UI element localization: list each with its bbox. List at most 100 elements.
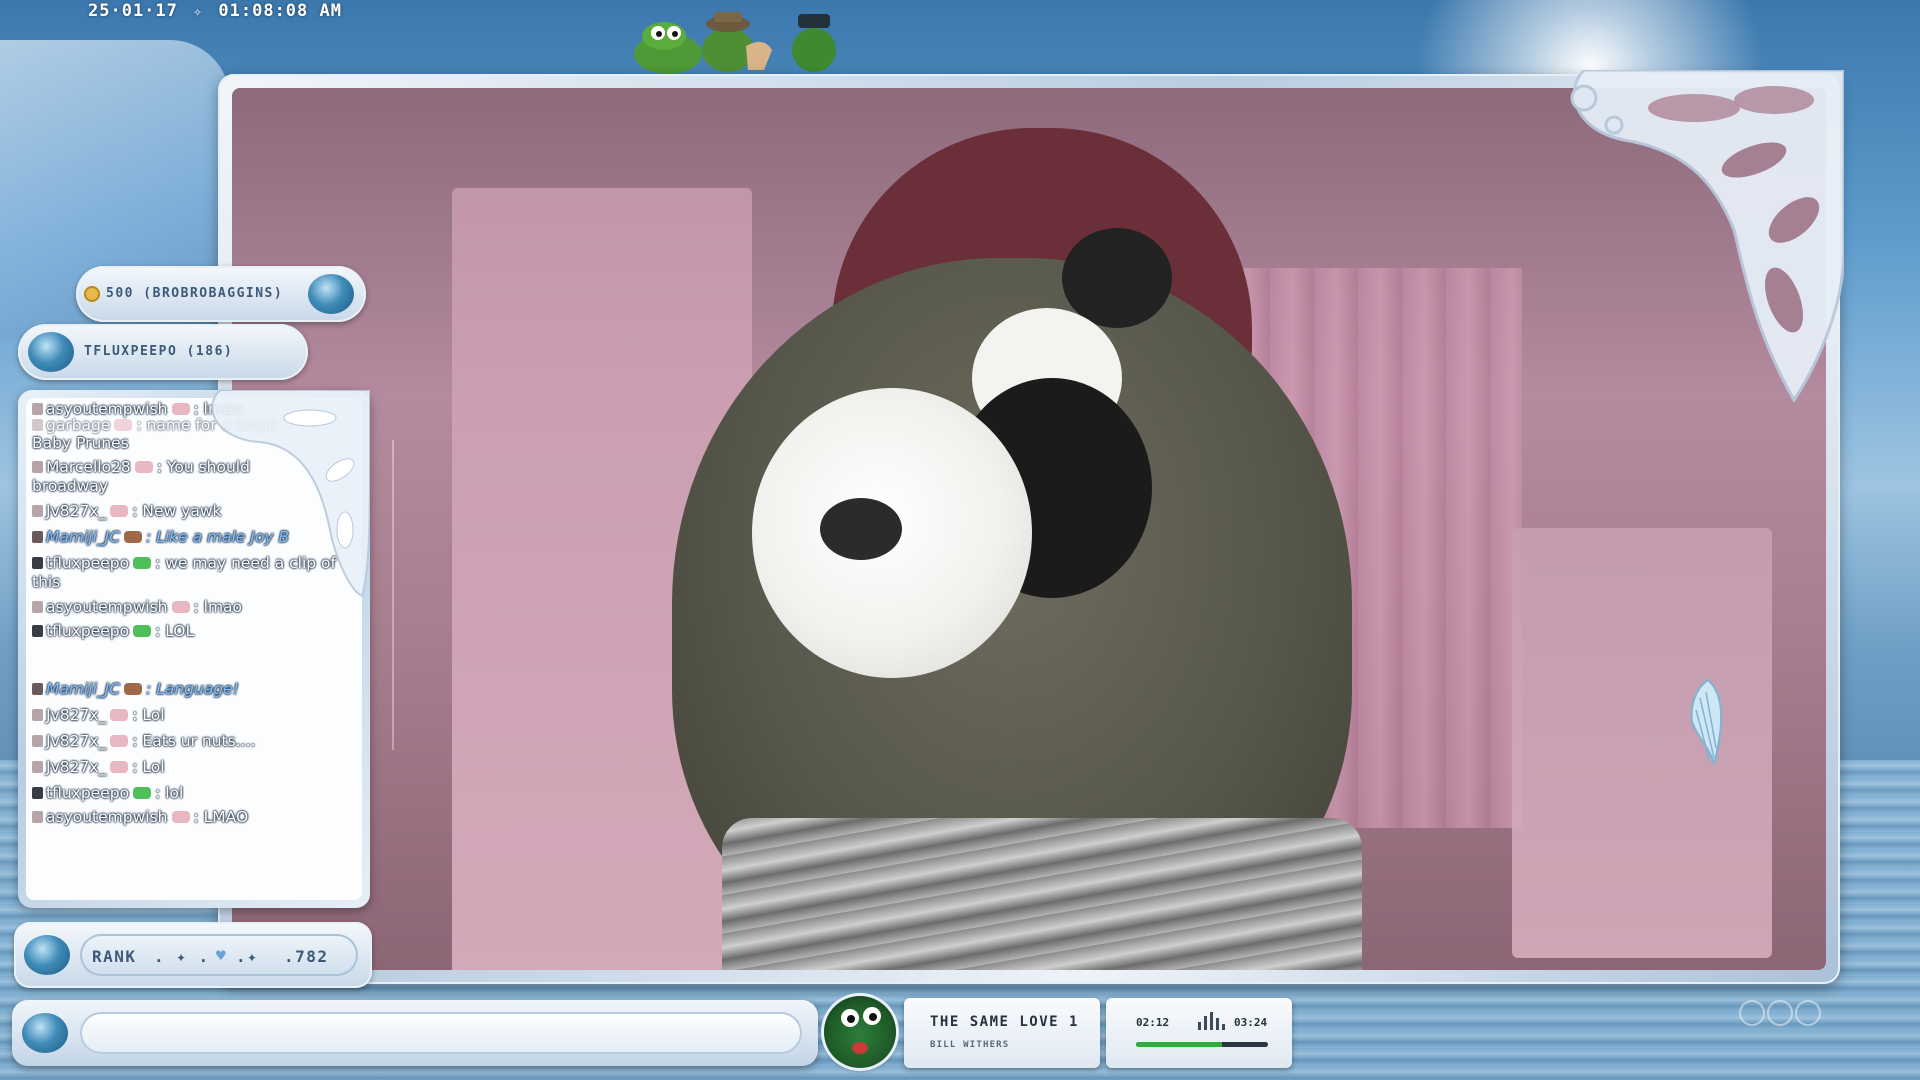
goal-pill-top: 500 (BROBROBAGGINS): [76, 266, 366, 322]
chat-emote-icon: [171, 601, 190, 613]
chat-message: asyoutempwish : lmao: [32, 598, 352, 617]
chat-message: tfluxpeepo : we may need a clip of this: [32, 554, 352, 592]
chat-message: garbage: name for a singe: [32, 416, 352, 435]
plush-nose: [820, 498, 902, 560]
progress-fill: [1136, 1042, 1222, 1047]
gem-icon: [24, 935, 70, 975]
chat-username[interactable]: tfluxpeepo: [46, 784, 129, 802]
chat-username[interactable]: asyoutempwish: [46, 598, 168, 616]
user-badge-icon: [32, 787, 43, 799]
user-badge-icon: [32, 811, 43, 823]
chat-message: Marcello28: You should broadway: [32, 458, 352, 496]
rank-label: RANK: [92, 947, 137, 966]
heart-icon: ♥: [216, 946, 228, 965]
chat-username[interactable]: Mamiji_JC: [46, 528, 120, 546]
song-artist: BILL WITHERS: [930, 1040, 1010, 1050]
user-badge-icon: [32, 709, 43, 721]
goal-second-text: TFLUXPEEPO (186): [84, 344, 234, 359]
goal-pill-second: TFLUXPEEPO (186): [18, 324, 308, 380]
chat-text: : lmao: [193, 598, 243, 616]
chat-panel: asyoutempwish : lmao garbage: name for a s…: [18, 390, 370, 908]
user-badge-icon: [32, 403, 43, 415]
album-art: [824, 996, 896, 1068]
user-badge-icon: [32, 761, 43, 773]
chat-message: tfluxpeepo : lol: [32, 784, 352, 803]
plush-ear: [1062, 228, 1172, 328]
now-playing-card: THE SAME LOVE 1 BILL WITHERS: [904, 998, 1100, 1068]
chat-emote-icon: [133, 787, 152, 799]
user-badge-icon: [32, 625, 43, 637]
chat-emote-icon: [110, 505, 129, 517]
chat-text: : lol: [155, 784, 184, 802]
chat-username[interactable]: Jv827x_: [46, 732, 106, 750]
gem-icon: [308, 274, 354, 314]
duration-time: 03:24: [1234, 1016, 1268, 1029]
background-shelf-right: [1512, 528, 1772, 958]
clock-date: 25·01·17: [88, 1, 178, 21]
chat-message: Mamiji_JC : Like a male Joy B: [32, 528, 352, 547]
goal-top-text: 500 (BROBROBAGGINS): [106, 286, 284, 301]
chat-emote-icon: [124, 683, 143, 695]
frog-face-icon: [841, 1007, 881, 1054]
stream-clock: 25·01·17 ✧ 01:08:08 AM: [88, 0, 342, 22]
chat-text: : we may need a clip of: [155, 554, 336, 572]
chat-emote-icon: [110, 761, 129, 773]
chat-message: Jv827x_ : Lol: [32, 706, 352, 725]
rank-box: RANK . ✦ . ♥ .✦ .782: [80, 934, 358, 976]
chat-message: tfluxpeepo: LOL: [32, 622, 352, 641]
playback-card: 02:12 03:24: [1106, 998, 1292, 1068]
chat-text: : LMAO: [193, 808, 249, 826]
chat-input[interactable]: [80, 1012, 802, 1054]
chat-emote-icon: [124, 531, 143, 543]
chat-message: Mamiji_JC: Language!: [32, 680, 352, 699]
clock-time: 01:08:08 AM: [218, 1, 342, 21]
user-badge-icon: [32, 683, 43, 695]
chat-message: asyoutempwish : LMAO: [32, 808, 352, 827]
rank-value: .782: [284, 947, 329, 966]
progress-bar[interactable]: [1136, 1042, 1268, 1047]
gem-icon: [22, 1013, 68, 1053]
user-badge-icon: [32, 531, 43, 543]
user-badge-icon: [32, 601, 43, 613]
sparkle-icon: . ✦ .: [154, 947, 210, 966]
chat-username[interactable]: Jv827x_: [46, 706, 106, 724]
elapsed-time: 02:12: [1136, 1016, 1170, 1029]
chat-input-bar: [12, 1000, 818, 1066]
silver-sleeve: [722, 818, 1362, 970]
chat-messages[interactable]: asyoutempwish : lmao garbage: name for a s…: [26, 398, 362, 900]
pepe-frogs-icon: [634, 12, 836, 74]
equalizer-icon: [1198, 1012, 1228, 1030]
seashell-icon: [1690, 678, 1723, 765]
chat-username[interactable]: Jv827x_: [46, 502, 106, 520]
clock-separator-icon: ✧: [193, 4, 203, 20]
chat-username[interactable]: garbage: [46, 416, 110, 434]
chat-text: Baby Prunes: [32, 434, 129, 452]
chat-message: Jv827x_ : Eats ur nuts....: [32, 732, 352, 751]
chat-text-continued: this: [32, 573, 61, 591]
chat-text: : New yawk: [132, 502, 222, 520]
chat-username[interactable]: tfluxpeepo: [46, 622, 129, 640]
rank-widget: RANK . ✦ . ♥ .✦ .782: [14, 922, 372, 988]
chat-emote-icon: [171, 811, 190, 823]
chat-text: : Lol: [132, 706, 165, 724]
chat-username[interactable]: tfluxpeepo: [46, 554, 129, 572]
chat-text: : Eats ur nuts....: [132, 732, 256, 750]
chat-username[interactable]: asyoutempwish: [46, 808, 168, 826]
chat-username[interactable]: Jv827x_: [46, 758, 106, 776]
song-title: THE SAME LOVE 1: [930, 1014, 1079, 1030]
user-badge-icon: [32, 505, 43, 517]
chat-emote-icon: [134, 461, 153, 473]
chat-username[interactable]: Mamiji_JC: [46, 680, 120, 698]
chat-message: Baby Prunes: [32, 434, 352, 453]
chat-emote-icon: [171, 403, 190, 415]
chat-username[interactable]: Marcello28: [46, 458, 131, 476]
chat-text: : Like a male Joy B: [146, 528, 290, 546]
butterfly-wing-ornament-icon: [1570, 70, 1844, 403]
user-badge-icon: [32, 419, 43, 431]
user-badge-icon: [32, 461, 43, 473]
chat-scrollbar[interactable]: [392, 440, 394, 750]
chat-message: Jv827x_: Lol: [32, 758, 352, 777]
chat-emote-icon: [114, 419, 133, 431]
user-badge-icon: [32, 557, 43, 569]
decorative-rings-icon: [1739, 1000, 1821, 1026]
